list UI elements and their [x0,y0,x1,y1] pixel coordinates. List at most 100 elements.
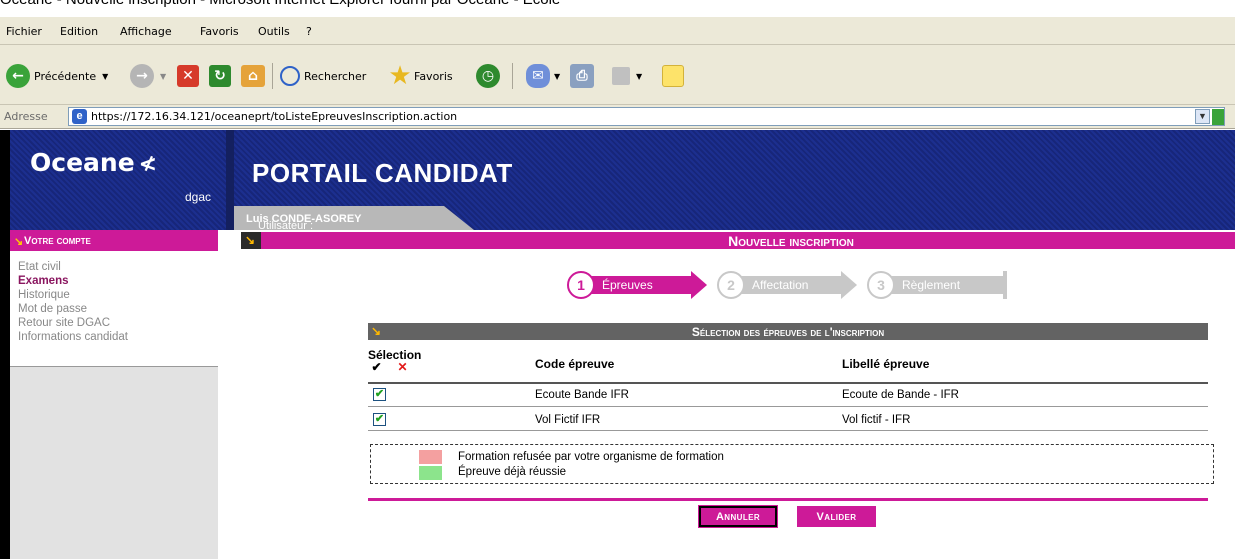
step-arrow [691,271,707,299]
row-checkbox[interactable]: ✔ [373,388,386,401]
table-header-divider [368,382,1208,384]
menu-outils[interactable]: Outils [258,25,290,38]
row-code: Vol Fictif IFR [535,414,601,426]
validate-button[interactable]: Valider [797,506,876,527]
section-arrow: ↘ [241,232,261,249]
chevron-down-icon: ▼ [554,71,561,81]
sidebar-menu: Etat civil Examens Historique Mot de pas… [10,251,218,367]
step-affectation: 2 Affectation [717,271,857,299]
history-button[interactable]: ◷ [476,62,500,90]
sidebar-item-historique[interactable]: Historique [18,289,70,301]
menu-edition[interactable]: Edition [60,25,98,38]
menu-affichage[interactable]: Affichage [120,25,172,38]
site-header: Oceane ≮ dgac PORTAIL CANDIDAT Utilisateu… [10,130,1235,230]
step-number: 1 [567,271,595,299]
go-icon[interactable] [1212,109,1224,125]
cancel-button[interactable]: Annuler [698,505,778,528]
legend-text-refused: Formation refusée par votre organisme de… [458,451,724,463]
star-icon: ★ [388,61,412,91]
site-logo[interactable]: Oceane ≮ [30,148,157,177]
mail-button[interactable]: ✉ ▼ [526,62,560,90]
menu-favoris[interactable]: Favoris [200,25,239,38]
address-url: https://172.16.34.121/oceaneprt/toListeE… [91,110,458,123]
deselect-all-icon[interactable]: ✕ [396,361,409,375]
address-input[interactable]: e https://172.16.34.121/oceaneprt/toList… [68,107,1225,126]
logo-subtitle: dgac [185,190,212,204]
legend-swatch-passed [419,466,442,480]
step-number: 2 [717,271,745,299]
back-button[interactable]: ← Précédente ▼ [6,62,108,90]
address-label: Adresse [4,110,48,123]
step-label: Épreuves [602,278,653,292]
row-checkbox[interactable]: ✔ [373,413,386,426]
web-page: Oceane ≮ dgac PORTAIL CANDIDAT Utilisateu… [0,130,1235,559]
toolbar-separator [272,63,273,89]
page-left-border [0,130,10,559]
refresh-icon: ↻ [209,65,231,87]
menu-help[interactable]: ? [306,25,312,38]
window-title-bar: Oceane - Nouvelle inscription - Microsof… [0,0,1235,17]
user-tab: Utilisateur : Luis CONDE-ASOREY [234,206,474,230]
sidebar-title: Votre compte [24,235,91,247]
logo-mark-icon: ≮ [138,152,158,177]
table-title-bar: ↘ Sélection des épreuves de l'inscriptio… [368,323,1208,340]
row-libelle: Ecoute de Bande - IFR [842,389,959,401]
back-arrow-icon: ← [6,64,30,88]
step-arrow [841,271,857,299]
col-header-code: Code épreuve [535,357,615,371]
row-divider [368,406,1208,407]
stop-icon: ✕ [177,65,199,87]
stop-button[interactable]: ✕ [177,62,199,90]
sidebar-item-retour-dgac[interactable]: Retour site DGAC [18,317,110,329]
step-reglement: 3 Règlement [867,271,1012,299]
print-button[interactable]: ⎙ [570,62,594,90]
mail-icon: ✉ [526,64,550,88]
sidebar-item-mot-de-passe[interactable]: Mot de passe [18,303,87,315]
note-icon [662,65,684,87]
refresh-button[interactable]: ↻ [209,62,231,90]
col-header-libelle: Libellé épreuve [842,357,930,371]
forward-button[interactable]: → ▼ [130,62,166,90]
search-button[interactable]: Rechercher [280,62,366,90]
row-libelle: Vol fictif - IFR [842,414,911,426]
user-info: Utilisateur : Luis CONDE-ASOREY [246,213,362,232]
portal-title: PORTAIL CANDIDAT [252,158,513,188]
search-icon [280,66,300,86]
header-divider [226,130,234,230]
address-dropdown-icon[interactable]: ▼ [1195,109,1210,124]
row-code: Ecoute Bande IFR [535,389,629,401]
row-divider [368,430,1208,431]
chevron-down-icon: ▼ [636,71,643,81]
step-label: Règlement [902,278,961,292]
legend-box: Formation refusée par votre organisme de… [370,444,1214,484]
sidebar-item-informations[interactable]: Informations candidat [18,331,128,343]
section-title: Nouvelle inscription [728,233,854,249]
history-icon: ◷ [476,64,500,88]
browser-toolbar: ← Précédente ▼ → ▼ ✕ ↻ ⌂ Rechercher ★ Fa… [0,45,1235,105]
sidebar-item-examens[interactable]: Examens [18,275,69,287]
menu-bar: Fichier Edition Affichage Favoris Outils… [0,17,1235,45]
legend-text-passed: Épreuve déjà réussie [458,466,567,478]
print-icon: ⎙ [570,64,594,88]
sidebar-item-etat-civil[interactable]: Etat civil [18,261,61,273]
step-epreuves: 1 Épreuves [567,271,707,299]
notes-button[interactable] [662,62,684,90]
edit-icon [612,67,630,85]
corner-arrow-icon: ↘ [245,233,256,247]
browser-window: { "window": { "title": "Oceane - Nouvell… [0,0,1235,559]
edit-button[interactable]: ▼ [612,62,642,90]
favorites-button[interactable]: ★ Favoris [388,61,452,91]
menu-fichier[interactable]: Fichier [6,25,42,38]
chevron-down-icon: ▼ [160,71,167,81]
sidebar: ↘ Votre compte Etat civil Examens Histor… [10,230,218,559]
sidebar-header: ↘ Votre compte [10,230,218,251]
home-button[interactable]: ⌂ [241,62,265,90]
ie-page-icon: e [72,109,87,124]
chevron-down-icon: ▼ [102,71,109,81]
step-label: Affectation [752,278,809,292]
toolbar-separator [512,63,513,89]
select-all-icon[interactable]: ✔ [370,361,383,375]
home-icon: ⌂ [241,65,265,87]
table-title: Sélection des épreuves de l'inscription [691,325,885,339]
corner-arrow-icon: ↘ [14,236,24,248]
